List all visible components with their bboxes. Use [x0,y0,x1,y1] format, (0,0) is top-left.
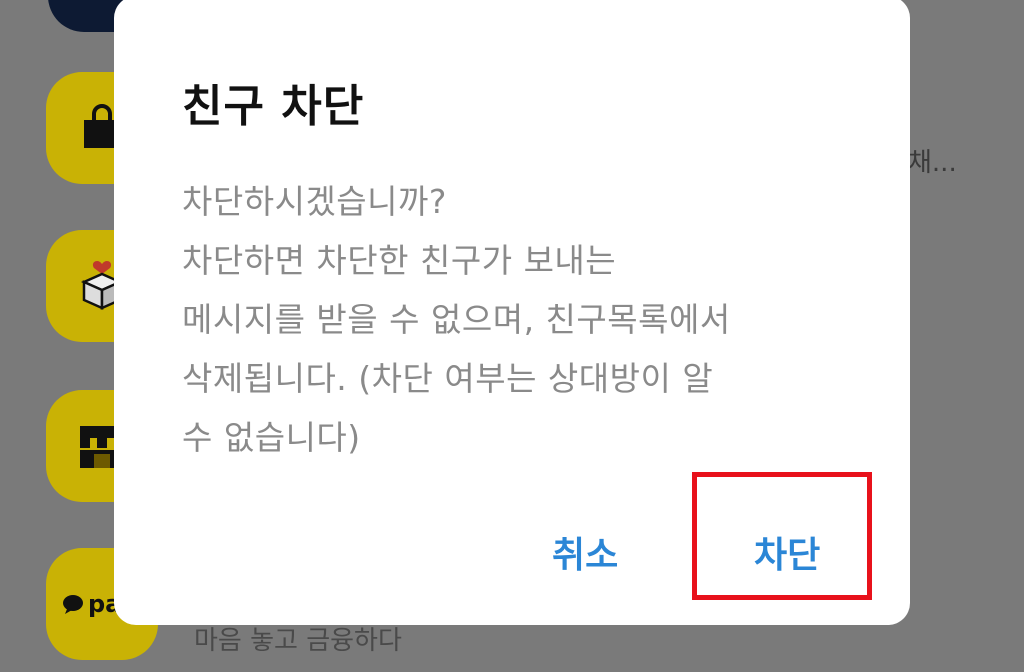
dialog-message-line: 삭제됩니다. (차단 여부는 상대방이 알 [182,359,714,398]
dialog-message-line: 수 없습니다) [182,418,361,457]
dialog-title: 친구 차단 [182,81,365,132]
dialog-message-line: 차단하면 차단한 친구가 보내는 [182,241,617,280]
highlight-annotation-box [692,472,872,600]
dialog-message-line: 차단하시겠습니까? [182,182,447,221]
dialog-message-line: 메시지를 받을 수 없으며, 친구목록에서 [182,300,731,339]
cancel-button[interactable]: 취소 [552,526,618,578]
dialog-message: 차단하시겠습니까? 차단하면 차단한 친구가 보내는 메시지를 받을 수 없으며… [182,172,862,467]
